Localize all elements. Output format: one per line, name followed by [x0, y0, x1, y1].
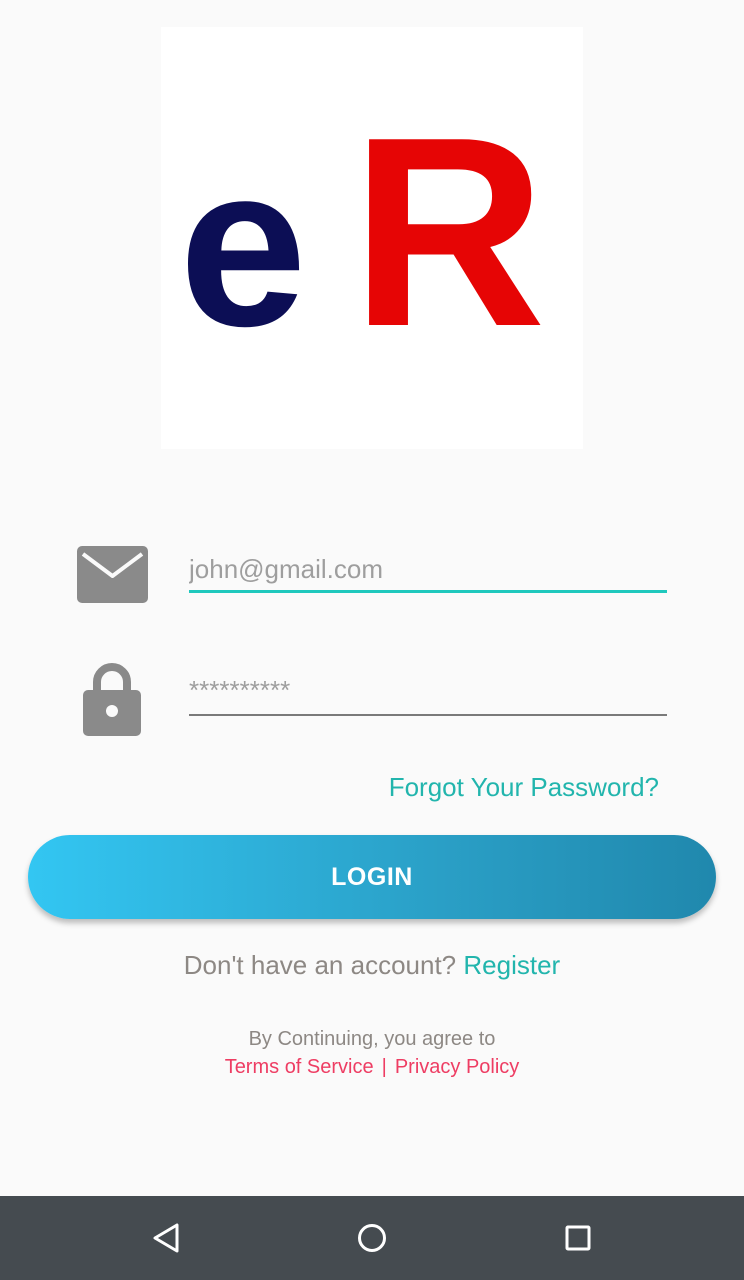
terms-separator: | — [381, 1056, 387, 1078]
email-underline — [189, 590, 667, 593]
recents-square-icon[interactable] — [554, 1214, 602, 1262]
logo-letter-e: e — [179, 117, 307, 374]
system-navigation-bar — [0, 1196, 744, 1280]
register-link[interactable]: Register — [463, 950, 560, 980]
email-row — [0, 540, 744, 610]
envelope-icon — [77, 546, 148, 603]
email-input[interactable] — [189, 551, 667, 591]
terms-intro: By Continuing, you agree to — [248, 1028, 496, 1050]
logo-letter-r: R — [351, 82, 546, 383]
login-screen: e R Forgot Your Password? LOGIN — [0, 0, 744, 1280]
password-underline — [189, 714, 667, 716]
app-logo: e R — [161, 27, 583, 449]
password-row — [0, 660, 744, 740]
password-input[interactable] — [189, 672, 667, 712]
back-triangle-icon[interactable] — [142, 1214, 190, 1262]
login-button[interactable]: LOGIN — [28, 835, 716, 919]
register-prompt-text: Don't have an account? — [183, 950, 457, 980]
privacy-policy-link[interactable]: Privacy Policy — [395, 1056, 519, 1078]
terms-of-service-link[interactable]: Terms of Service — [225, 1056, 374, 1078]
terms-links: Terms of Service | Privacy Policy — [0, 1056, 744, 1079]
register-prompt: Don't have an account? Register — [0, 950, 744, 981]
home-circle-icon[interactable] — [348, 1214, 396, 1262]
forgot-password-link[interactable]: Forgot Your Password? — [389, 772, 659, 803]
lock-icon — [83, 662, 141, 736]
